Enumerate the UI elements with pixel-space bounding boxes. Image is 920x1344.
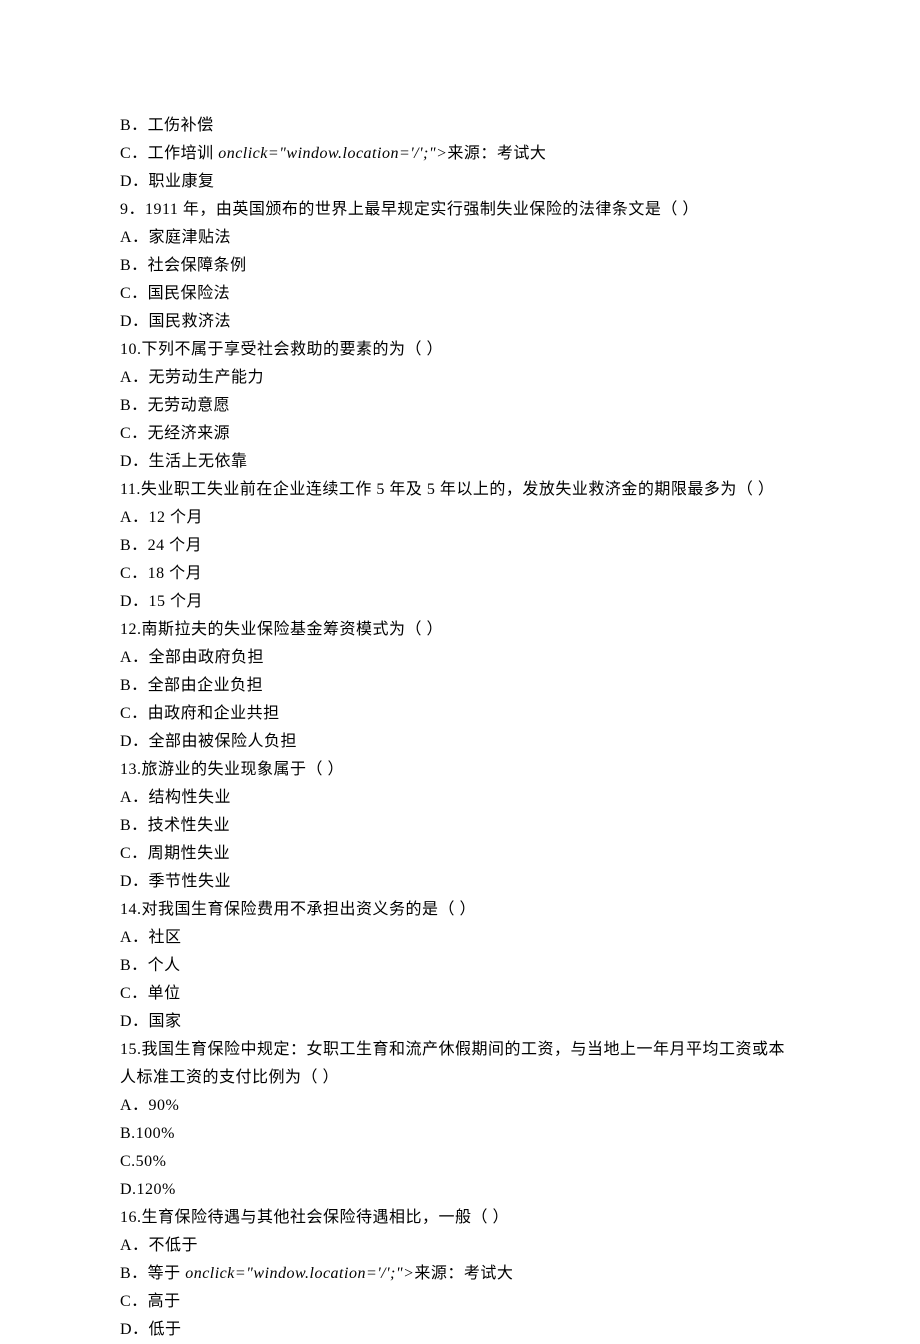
text-line: B．24 个月: [120, 532, 800, 560]
text-line: C．单位: [120, 980, 800, 1008]
text-line: 11.失业职工失业前在企业连续工作 5 年及 5 年以上的，发放失业救济金的期限…: [120, 476, 800, 504]
text-line: B．技术性失业: [120, 812, 800, 840]
text-line: D．职业康复: [120, 168, 800, 196]
text-line: 13.旅游业的失业现象属于（ ）: [120, 756, 800, 784]
text-line: C．国民保险法: [120, 280, 800, 308]
text-line: A．结构性失业: [120, 784, 800, 812]
text-line: C．周期性失业: [120, 840, 800, 868]
text-line: A．家庭津贴法: [120, 224, 800, 252]
text-line: D．国民救济法: [120, 308, 800, 336]
text-line: 14.对我国生育保险费用不承担出资义务的是（ ）: [120, 896, 800, 924]
text-line: 12.南斯拉夫的失业保险基金筹资模式为（ ）: [120, 616, 800, 644]
text-line: B．无劳动意愿: [120, 392, 800, 420]
text-line: A．社区: [120, 924, 800, 952]
document-body: B．工伤补偿C．工作培训 onclick="window.location='/…: [120, 112, 800, 1344]
text-line: B．工伤补偿: [120, 112, 800, 140]
text-line: B．等于 onclick="window.location='/';">来源：考…: [120, 1260, 800, 1288]
text-line: B．全部由企业负担: [120, 672, 800, 700]
text-line: C．18 个月: [120, 560, 800, 588]
option-prefix: B．等于: [120, 1265, 185, 1282]
text-line: D．低于: [120, 1316, 800, 1344]
text-line: D．生活上无依靠: [120, 448, 800, 476]
text-line: A．全部由政府负担: [120, 644, 800, 672]
text-line: 9．1911 年，由英国颁布的世界上最早规定实行强制失业保险的法律条文是（ ）: [120, 196, 800, 224]
text-line: D．国家: [120, 1008, 800, 1036]
text-line: D．15 个月: [120, 588, 800, 616]
text-line: C．高于: [120, 1288, 800, 1316]
text-line: C．工作培训 onclick="window.location='/';">来源…: [120, 140, 800, 168]
text-line: A．无劳动生产能力: [120, 364, 800, 392]
text-line: D.120%: [120, 1176, 800, 1204]
option-prefix: C．工作培训: [120, 145, 218, 162]
source-label: 来源：考试大: [447, 145, 546, 162]
onclick-fragment: onclick="window.location='/';">: [218, 145, 447, 162]
text-line: A．90%: [120, 1092, 800, 1120]
text-line: C．由政府和企业共担: [120, 700, 800, 728]
text-line: D．季节性失业: [120, 868, 800, 896]
text-line: A．12 个月: [120, 504, 800, 532]
text-line: D．全部由被保险人负担: [120, 728, 800, 756]
text-line: B．个人: [120, 952, 800, 980]
text-line: A．不低于: [120, 1232, 800, 1260]
text-line: B．社会保障条例: [120, 252, 800, 280]
text-line: 10.下列不属于享受社会救助的要素的为（ ）: [120, 336, 800, 364]
text-line: 15.我国生育保险中规定：女职工生育和流产休假期间的工资，与当地上一年月平均工资…: [120, 1036, 800, 1092]
source-label: 来源：考试大: [414, 1265, 513, 1282]
text-line: 16.生育保险待遇与其他社会保险待遇相比，一般（ ）: [120, 1204, 800, 1232]
text-line: C.50%: [120, 1148, 800, 1176]
text-line: C．无经济来源: [120, 420, 800, 448]
onclick-fragment: onclick="window.location='/';">: [185, 1265, 414, 1282]
text-line: B.100%: [120, 1120, 800, 1148]
